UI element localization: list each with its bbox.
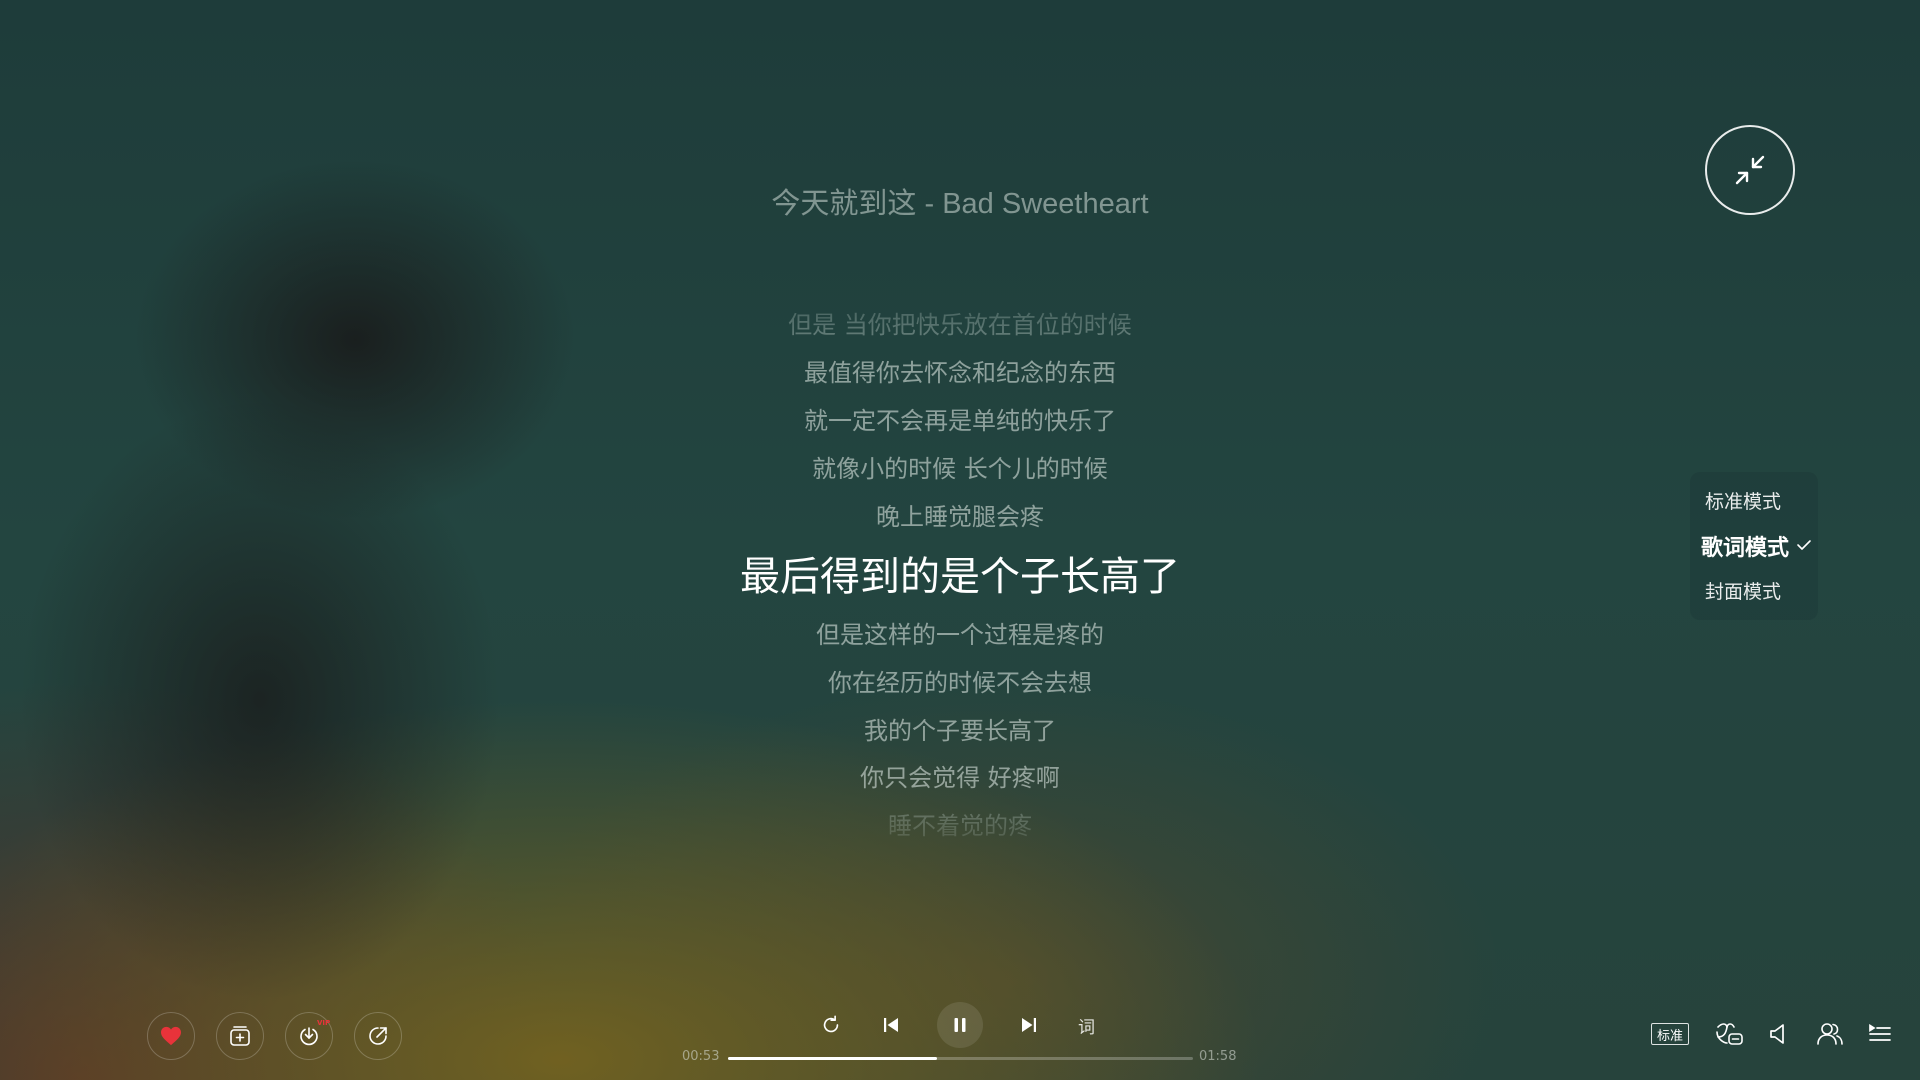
download-icon xyxy=(300,1027,318,1046)
mode-lyrics-label: 歌词模式 xyxy=(1701,536,1790,561)
effects-icon xyxy=(1716,1023,1743,1045)
share-icon xyxy=(369,1027,387,1045)
repeat-mode-button[interactable] xyxy=(817,1011,845,1039)
vip-badge: VIP xyxy=(317,1019,331,1027)
mode-lyrics[interactable]: 歌词模式 xyxy=(1690,526,1818,566)
repeat-icon xyxy=(823,1015,839,1033)
heart-icon xyxy=(161,1026,181,1046)
sound-effects-button[interactable] xyxy=(1713,1020,1745,1048)
lyric-line[interactable]: 我的个子要长高了 xyxy=(0,715,1920,747)
add-to-playlist-button[interactable] xyxy=(216,1012,264,1060)
lyric-line[interactable]: 你在经历的时候不会去想 xyxy=(0,667,1920,699)
elapsed-time: 00:53 xyxy=(682,1049,720,1064)
total-duration: 01:58 xyxy=(1199,1049,1237,1064)
previous-button[interactable] xyxy=(877,1011,905,1039)
playlist-button[interactable] xyxy=(1865,1020,1895,1048)
mode-standard[interactable]: 标准模式 xyxy=(1690,480,1818,520)
lyric-line[interactable]: 但是 当你把快乐放在首位的时候 xyxy=(0,309,1920,341)
lyric-line[interactable]: 最值得你去怀念和纪念的东西 xyxy=(0,357,1920,389)
check-icon xyxy=(1797,540,1811,550)
sound-quality-button[interactable]: 标准 xyxy=(1651,1023,1689,1045)
listen-together-icon xyxy=(1817,1023,1843,1045)
pause-icon xyxy=(954,1018,966,1032)
display-mode-menu: 标准模式 歌词模式 封面模式 xyxy=(1690,472,1818,620)
progress-bar[interactable] xyxy=(728,1057,1193,1060)
lyric-toggle-button[interactable]: 词 xyxy=(1078,1013,1095,1038)
lyric-line[interactable]: 晚上睡觉腿会疼 xyxy=(0,501,1920,533)
song-title: 今天就到这 - Bad Sweetheart xyxy=(771,188,1149,220)
next-icon xyxy=(1022,1018,1036,1032)
share-button[interactable] xyxy=(354,1012,402,1060)
listen-together-button[interactable] xyxy=(1814,1020,1846,1048)
lyrics-panel: 但是 当你把快乐放在首位的时候 最值得你去怀念和纪念的东西 就一定不会再是单纯的… xyxy=(0,265,1920,875)
lyric-line-faded-top xyxy=(0,265,1920,297)
mode-cover[interactable]: 封面模式 xyxy=(1690,570,1818,610)
current-lyric-line[interactable]: 最后得到的是个子长高了 xyxy=(0,551,1920,603)
like-button[interactable] xyxy=(147,1012,195,1060)
add-to-playlist-icon xyxy=(230,1026,250,1046)
volume-button[interactable] xyxy=(1765,1020,1793,1048)
play-pause-button[interactable] xyxy=(937,1002,983,1048)
exit-fullscreen-button[interactable] xyxy=(1705,125,1795,215)
previous-icon xyxy=(884,1018,898,1032)
next-button[interactable] xyxy=(1015,1011,1043,1039)
playlist-icon xyxy=(1869,1023,1891,1041)
lyric-line[interactable]: 就一定不会再是单纯的快乐了 xyxy=(0,405,1920,437)
lyric-line[interactable]: 你只会觉得 好疼啊 xyxy=(0,762,1920,794)
lyric-line[interactable]: 就像小的时候 长个儿的时候 xyxy=(0,453,1920,485)
lyric-line[interactable]: 但是这样的一个过程是疼的 xyxy=(0,619,1920,651)
volume-icon xyxy=(1770,1024,1784,1044)
download-button[interactable]: VIP xyxy=(285,1012,333,1060)
lyric-line[interactable]: 睡不着觉的疼 xyxy=(0,810,1920,842)
progress-fill xyxy=(728,1057,938,1060)
collapse-arrows-icon xyxy=(1735,155,1765,185)
